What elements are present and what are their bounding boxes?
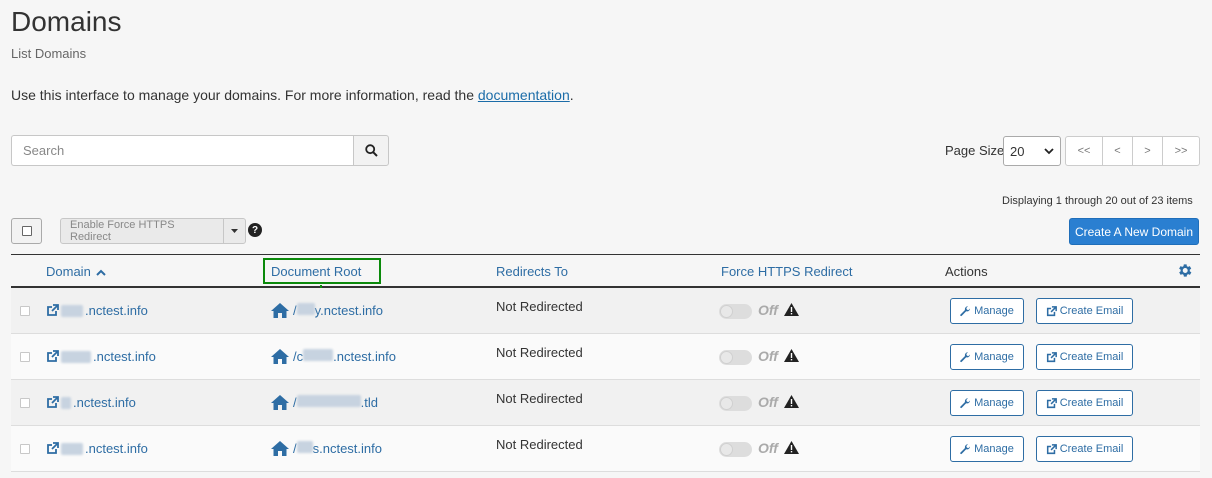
create-email-button[interactable]: Create Email [1036,436,1133,462]
https-status: Off [758,302,778,318]
gear-icon[interactable] [1176,262,1193,279]
home-icon [271,395,289,410]
external-link-icon [1046,443,1057,454]
row-checkbox[interactable] [20,306,30,316]
home-icon [271,349,289,364]
sort-up-icon [96,269,107,276]
domain-link[interactable]: .nctest.info [46,395,136,410]
chevron-down-icon [1044,147,1054,154]
bulk-action-dropdown[interactable]: Enable Force HTTPS Redirect [60,218,246,244]
external-link-icon [47,350,59,362]
page-size-select[interactable]: 20 [1003,136,1061,166]
https-status: Off [758,394,778,410]
create-email-button[interactable]: Create Email [1036,390,1133,416]
row-checkbox[interactable] [20,352,30,362]
warning-icon [784,349,799,362]
first-page-button[interactable]: << [1066,137,1102,165]
domain-link[interactable]: .nctest.info [46,303,148,318]
manage-button[interactable]: Manage [950,298,1024,324]
wrench-icon [960,305,971,316]
column-header-redirects[interactable]: Redirects To [496,264,568,279]
external-link-icon [47,442,59,454]
table-row: .nctest.info / s.nctest.info Not Redirect… [11,426,1200,472]
search-bar [11,135,389,166]
table-row: .nctest.info /c .nctest.info Not Redirect… [11,334,1200,380]
pagination: << < > >> [1065,136,1200,166]
page-subtitle: List Domains [11,46,87,61]
select-all-checkbox[interactable] [11,218,42,244]
column-header-actions: Actions [945,264,988,279]
redirect-status: Not Redirected [496,437,583,452]
search-input[interactable] [11,135,353,166]
https-toggle[interactable] [719,396,752,411]
create-domain-button[interactable]: Create A New Domain [1069,218,1199,245]
warning-icon [784,441,799,454]
document-root-link[interactable]: / y.nctest.info [271,303,383,318]
https-toggle[interactable] [719,350,752,365]
intro-text: Use this interface to manage your domain… [11,87,574,103]
manage-button[interactable]: Manage [950,436,1024,462]
warning-icon [784,303,799,316]
external-link-icon [1046,397,1057,408]
external-link-icon [1046,305,1057,316]
manage-button[interactable]: Manage [950,390,1024,416]
bulk-action-caret[interactable] [224,219,245,243]
row-checkbox[interactable] [20,398,30,408]
table-row: .nctest.info / .tld Not Redirected Off Ma… [11,380,1200,426]
column-header-document-root[interactable]: Document Root [271,264,361,279]
page-size-value: 20 [1010,143,1025,159]
redirect-status: Not Redirected [496,299,583,314]
bulk-action-label: Enable Force HTTPS Redirect [61,219,224,243]
page-title: Domains [11,6,122,37]
wrench-icon [960,443,971,454]
create-email-button[interactable]: Create Email [1036,298,1133,324]
next-page-button[interactable]: > [1132,137,1162,165]
domain-link[interactable]: .nctest.info [46,441,148,456]
page-size-label: Page Size [945,143,1005,158]
wrench-icon [960,397,971,408]
redirect-status: Not Redirected [496,391,583,406]
caret-down-icon [231,229,238,233]
document-root-link[interactable]: /c .nctest.info [271,349,396,364]
external-link-icon [47,304,59,316]
table-header: Domain Document Root Redirects To Force … [11,254,1200,307]
document-root-link[interactable]: / s.nctest.info [271,441,382,456]
prev-page-button[interactable]: < [1102,137,1132,165]
redirect-status: Not Redirected [496,345,583,360]
table-row: .nctest.info / y.nctest.info Not Redirect… [11,288,1200,334]
wrench-icon [960,351,971,362]
warning-icon [784,395,799,408]
last-page-button[interactable]: >> [1162,137,1199,165]
display-count: Displaying 1 through 20 out of 23 items [1002,195,1193,207]
manage-button[interactable]: Manage [950,344,1024,370]
documentation-link[interactable]: documentation [478,87,570,103]
column-header-force-https[interactable]: Force HTTPS Redirect [721,264,852,279]
document-root-link[interactable]: / .tld [271,395,378,410]
https-status: Off [758,348,778,364]
column-header-domain[interactable]: Domain [46,264,107,279]
external-link-icon [1046,351,1057,362]
domain-link[interactable]: .nctest.info [46,349,156,364]
search-button[interactable] [353,135,389,166]
https-status: Off [758,440,778,456]
search-icon [364,144,378,157]
create-email-button[interactable]: Create Email [1036,344,1133,370]
external-link-icon [47,396,59,408]
https-toggle[interactable] [719,442,752,457]
help-icon[interactable]: ? [248,223,262,237]
home-icon [271,303,289,318]
row-checkbox[interactable] [20,444,30,454]
https-toggle[interactable] [719,304,752,319]
home-icon [271,441,289,456]
